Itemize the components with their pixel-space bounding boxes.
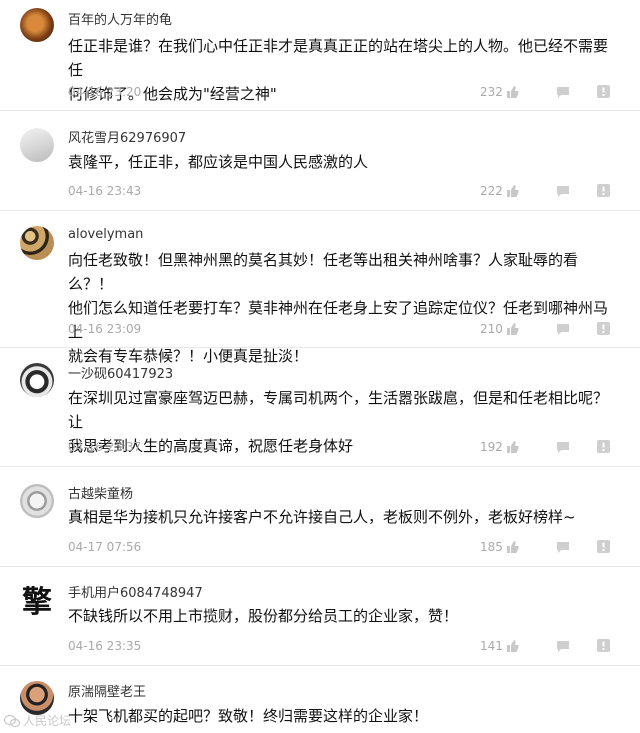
username[interactable]: alovelyman xyxy=(68,227,143,242)
like-button[interactable]: 185 xyxy=(480,540,519,554)
avatar[interactable] xyxy=(20,681,54,715)
timestamp: 04-16 23:37 xyxy=(68,440,142,454)
username[interactable]: 手机用户6084748947 xyxy=(68,582,203,601)
like-button[interactable]: 141 xyxy=(480,639,519,653)
more-icon[interactable] xyxy=(597,322,610,335)
like-button[interactable]: 232 xyxy=(480,85,519,99)
timestamp: 04-16 23:43 xyxy=(68,184,142,198)
timestamp: 04-16 23:09 xyxy=(68,322,142,336)
more-icon[interactable] xyxy=(597,639,610,652)
comment-line: 袁隆平，任正非，都应该是中国人民感激的人 xyxy=(68,153,369,171)
more-icon[interactable] xyxy=(597,540,610,553)
divider xyxy=(0,466,640,467)
divider xyxy=(0,210,640,211)
avatar[interactable] xyxy=(20,484,54,518)
thumbs-up-icon xyxy=(506,640,519,652)
comment-text: 在深圳见过富豪座驾迈巴赫，专属司机两个，生活嚣张跋扈，但是和任老相比呢？让 我思… xyxy=(68,386,608,458)
divider xyxy=(0,566,640,567)
username[interactable]: 一沙砚60417923 xyxy=(68,363,173,382)
comment-line: 向任老致敬！但黑神州黑的莫名其妙！任老等出租关神州啥事？人家耻辱的看么？！ xyxy=(68,251,579,293)
timestamp: 04-16 23:20 xyxy=(68,85,142,99)
timestamp: 04-16 23:35 xyxy=(68,639,142,653)
thumbs-up-icon xyxy=(506,185,519,197)
comment-line: 十架飞机都买的起吧？致敬！终归需要这样的企业家！ xyxy=(68,707,429,725)
comment-text: 袁隆平，任正非，都应该是中国人民感激的人 xyxy=(68,150,608,174)
like-count: 141 xyxy=(480,639,503,653)
thumbs-up-icon xyxy=(506,541,519,553)
like-count: 222 xyxy=(480,184,503,198)
thumbs-up-icon xyxy=(506,323,519,335)
comment-text: 十架飞机都买的起吧？致敬！终归需要这样的企业家！ xyxy=(68,704,608,728)
comment-line: 真相是华为接机只允许接客户不允许接自己人，老板则不例外，老板好榜样~ xyxy=(68,508,576,526)
username[interactable]: 原湍隔壁老王 xyxy=(68,681,146,700)
like-button[interactable]: 222 xyxy=(480,184,519,198)
like-button[interactable]: 210 xyxy=(480,322,519,336)
avatar[interactable] xyxy=(20,8,54,42)
reply-icon[interactable] xyxy=(556,541,570,553)
more-icon[interactable] xyxy=(597,85,610,98)
timestamp: 04-17 07:56 xyxy=(68,540,142,554)
more-icon[interactable] xyxy=(597,440,610,453)
username[interactable]: 古越柴童杨 xyxy=(68,483,133,502)
like-count: 192 xyxy=(480,440,503,454)
avatar-glyph: 擎 xyxy=(22,585,52,616)
avatar[interactable] xyxy=(20,363,54,397)
reply-icon[interactable] xyxy=(556,323,570,335)
avatar[interactable] xyxy=(20,128,54,162)
reply-icon[interactable] xyxy=(556,640,570,652)
like-count: 185 xyxy=(480,540,503,554)
divider xyxy=(0,110,640,111)
username[interactable]: 风花雪月62976907 xyxy=(68,127,186,146)
watermark: 人民论坛 xyxy=(4,712,71,729)
wechat-icon xyxy=(4,714,20,727)
comment-text: 真相是华为接机只允许接客户不允许接自己人，老板则不例外，老板好榜样~ xyxy=(68,505,608,529)
comment-text: 向任老致敬！但黑神州黑的莫名其妙！任老等出租关神州啥事？人家耻辱的看么？！ 他们… xyxy=(68,248,608,368)
reply-icon[interactable] xyxy=(556,441,570,453)
avatar[interactable] xyxy=(20,226,54,260)
like-button[interactable]: 192 xyxy=(480,440,519,454)
more-icon[interactable] xyxy=(597,184,610,197)
username[interactable]: 百年的人万年的龟 xyxy=(68,9,172,28)
comment-text: 任正非是谁？在我们心中任正非才是真真正正的站在塔尖上的人物。他已经不需要任 何修… xyxy=(68,34,608,106)
comment-line: 我思考到人生的高度真谛，祝愿任老身体好 xyxy=(68,437,354,455)
comment-line: 不缺钱所以不用上市揽财，股份都分给员工的企业家，赞！ xyxy=(68,607,459,625)
like-count: 232 xyxy=(480,85,503,99)
divider xyxy=(0,665,640,666)
comment-line: 何修饰了。他会成为"经营之神" xyxy=(68,85,277,103)
comment-line: 任正非是谁？在我们心中任正非才是真真正正的站在塔尖上的人物。他已经不需要任 xyxy=(68,37,609,79)
watermark-text: 人民论坛 xyxy=(23,714,72,728)
comment-line: 他们怎么知道任老要打车？莫非神州在任老身上安了追踪定位仪？任老到哪神州马上 xyxy=(68,299,609,341)
divider xyxy=(0,347,640,348)
thumbs-up-icon xyxy=(506,441,519,453)
comment-line: 在深圳见过富豪座驾迈巴赫，专属司机两个，生活嚣张跋扈，但是和任老相比呢？让 xyxy=(68,389,609,431)
thumbs-up-icon xyxy=(506,86,519,98)
reply-icon[interactable] xyxy=(556,185,570,197)
reply-icon[interactable] xyxy=(556,86,570,98)
avatar[interactable]: 擎 xyxy=(20,582,54,616)
like-count: 210 xyxy=(480,322,503,336)
comment-text: 不缺钱所以不用上市揽财，股份都分给员工的企业家，赞！ xyxy=(68,604,608,628)
